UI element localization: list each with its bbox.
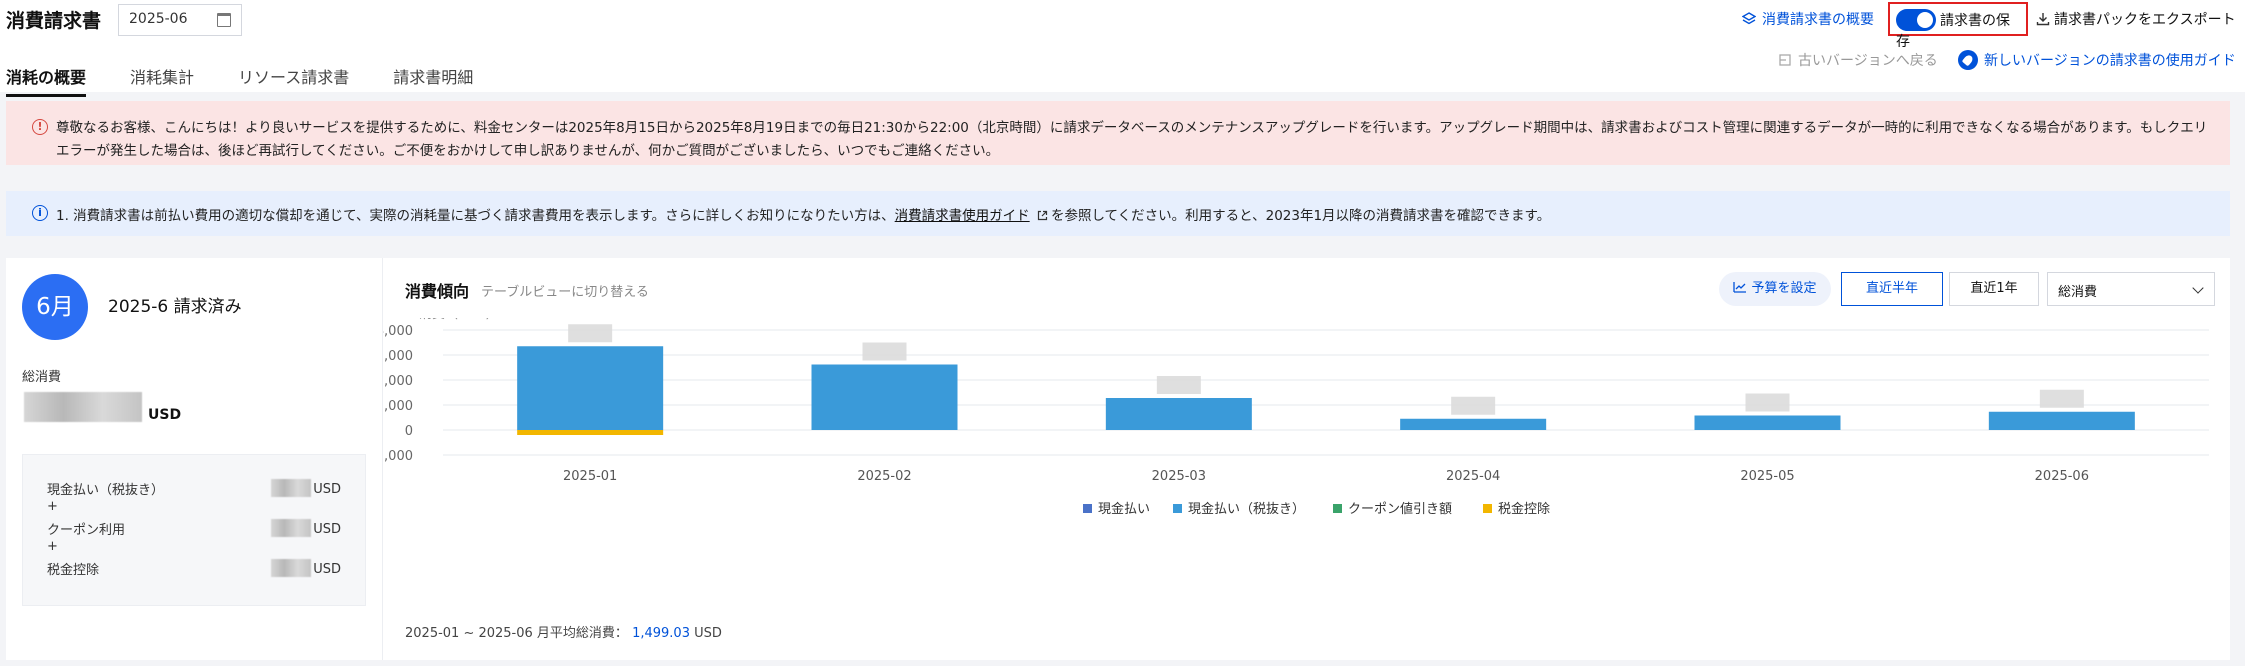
bill-overview-link[interactable]: 消費請求書の概要 [1742,9,1874,29]
info-text-before: 1. 消費請求書は前払い費用の適切な償却を通じて、実際の消耗量に基づく請求書費用… [56,208,895,224]
legend-label: クーポン値引き額 [1348,501,1452,517]
new-version-guide-link[interactable]: 新しいバージョンの請求書の使用ガイド [1958,50,2236,70]
month-value: 2025-06 [129,11,188,27]
tab-resource-bill[interactable]: リソース請求書 [238,64,349,97]
plus-sign: + [47,499,58,514]
bar-2 [1988,411,2135,430]
y-tick-label: -1,000 [383,449,413,464]
tab-bar: 消耗の概要 消耗集計 リソース請求書 請求書明細 [6,64,517,97]
old-version-link[interactable]: 古いバージョンへ戻る [1778,50,1938,70]
y-tick-label: 2,000 [383,374,413,389]
redacted-data-label [1156,376,1201,394]
tab-consumption-summary[interactable]: 消耗集計 [130,64,194,97]
error-icon: ! [32,119,48,135]
bar-2 [1105,398,1252,430]
x-tick-label: 2025-04 [1446,469,1500,484]
coupon-usage-label: クーポン利用 [47,523,126,538]
y-tick-label: 3,000 [383,349,413,364]
cash-pretax-label: 現金払い（税抜き） [47,483,165,498]
legend-label: 現金払い [1098,501,1150,517]
redacted-data-label [1745,393,1790,412]
total-consumption-label: 総消費 [22,370,62,385]
tab-consumption-overview[interactable]: 消耗の概要 [6,64,87,97]
table-view-link[interactable]: テーブルビューに切り替える [481,281,649,300]
monthly-average: 2025-01 ~ 2025-06 月平均総消費： 1,499.03 USD [405,626,722,641]
bar-2 [517,346,664,430]
tab-bill-details[interactable]: 請求書明細 [393,64,473,97]
download-icon [2036,13,2050,26]
range-one-year-button[interactable]: 直近1年 [1949,272,2039,306]
page-title: 消費請求書 [6,10,102,32]
consumption-chart: 消費（USD） 4,000 3,000 2,000 1,000 0 -1,000 2025-0… [383,318,2209,517]
total-currency: USD [148,407,182,423]
info-text-after: を参照してください。利用すると、2023年1月以降の消費請求書を確認できます。 [1050,208,1551,224]
y-tick-label: 1,000 [383,399,413,414]
trend-panel: 消費傾向 テーブルビューに切り替える 予算を設定 直近半年 直近1年 総消費 消… [382,258,2230,660]
trend-icon [1733,282,1747,293]
tax-deduction-label: 税金控除 [47,563,100,578]
set-budget-button[interactable]: 予算を設定 [1719,272,1831,306]
maintenance-text: 尊敬なるお客様、こんにちは！より良いサービスを提供するために、料金センターは20… [56,120,2208,159]
cost-breakdown: 現金払い（税抜き） USD + クーポン利用 USD + 税金控除 USD [22,454,366,606]
legend-swatch [1333,504,1342,513]
x-tick-label: 2025-03 [1152,469,1206,484]
metric-select[interactable]: 総消費 [2047,272,2215,306]
bar-2 [1694,415,1841,430]
bar-2 [811,364,958,430]
billing-status: 2025-6 請求済み [108,297,242,317]
x-tick-label: 2025-06 [2035,469,2089,484]
legend-swatch [1083,504,1092,513]
chevron-down-icon [2192,282,2204,294]
summary-panel: 6月 2025-6 請求済み 総消費 USD 現金払い（税抜き） USD + ク… [6,258,382,660]
redacted-total-value [24,392,142,422]
legend-label: 税金控除 [1498,501,1550,517]
bar-2 [1400,418,1547,430]
range-half-year-button[interactable]: 直近半年 [1841,272,1943,306]
y-axis-label: 消費（USD） [419,318,499,322]
redacted-data-label [862,342,907,361]
info-icon: i [32,205,48,221]
month-badge: 6月 [22,274,88,340]
month-picker[interactable]: 2025-06 [118,4,242,36]
info-alert: i 1. 消費請求書は前払い費用の適切な償却を通じて、実際の消耗量に基づく請求書… [6,191,2230,236]
revert-icon [1779,54,1791,66]
rocket-icon [1958,50,1978,70]
export-bill-pack-button[interactable]: 請求書パックをエクスポート [2036,9,2236,29]
trend-title: 消費傾向 [405,282,470,301]
calendar-icon [217,13,231,27]
top-bar: 消費請求書 2025-06 消耗の概要 消耗集計 リソース請求書 請求書明細 消… [0,0,2245,97]
y-tick-label: 4,000 [383,324,413,339]
maintenance-alert: ! 尊敬なるお客様、こんにちは！より良いサービスを提供するために、料金センターは… [6,101,2230,165]
redacted-data-label [568,324,613,343]
x-tick-label: 2025-01 [563,469,617,484]
plus-sign: + [47,539,58,554]
external-link-icon [1037,210,1048,221]
bar-4 [517,430,664,435]
legend-label: 現金払い（税抜き） [1188,501,1305,517]
legend-swatch [1483,504,1492,513]
redacted-data-label [1451,396,1496,415]
average-value: 1,499.03 [632,626,690,641]
y-tick-label: 0 [405,424,413,439]
toggle-switch[interactable] [1896,9,1936,31]
save-bill-toggle[interactable]: 請求書の保存 [1888,2,2028,50]
cash-pretax-value: USD [271,479,341,497]
tax-deduction-value: USD [271,559,341,577]
coupon-usage-value: USD [271,519,341,537]
legend-swatch [1173,504,1182,513]
x-tick-label: 2025-05 [1740,469,1794,484]
redacted-data-label [2039,389,2084,408]
layers-icon [1742,12,1756,25]
usage-guide-link[interactable]: 消費請求書使用ガイド [895,208,1030,224]
x-tick-label: 2025-02 [857,469,911,484]
